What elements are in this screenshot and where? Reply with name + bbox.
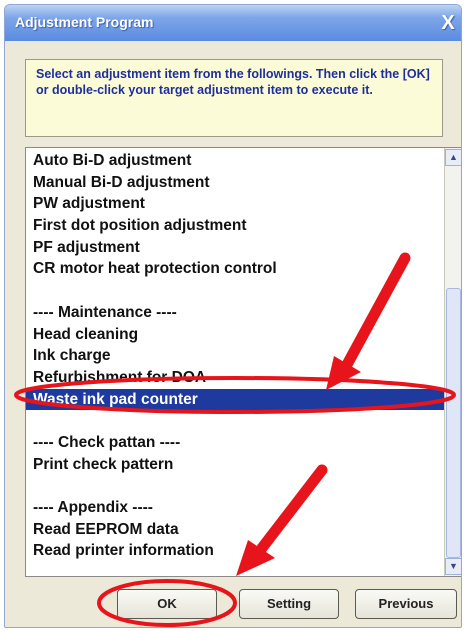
list-items-container: Auto Bi-D adjustment Manual Bi-D adjustme…	[26, 150, 444, 562]
scroll-down-icon[interactable]: ▼	[445, 558, 461, 575]
list-item[interactable]: Auto Bi-D adjustment	[26, 150, 444, 172]
list-item[interactable]: First dot position adjustment	[26, 215, 444, 237]
list-item[interactable]: Print check pattern	[26, 454, 444, 476]
title-bar: Adjustment Program X	[5, 5, 461, 41]
window-title: Adjustment Program	[15, 14, 154, 30]
list-item[interactable]: ---- Maintenance ----	[26, 302, 444, 324]
list-item[interactable]: PF adjustment	[26, 237, 444, 259]
scrollbar-thumb[interactable]	[446, 288, 461, 558]
adjustment-program-window: Adjustment Program X Select an adjustmen…	[4, 4, 462, 628]
list-item[interactable]: Head cleaning	[26, 324, 444, 346]
list-item[interactable]: Refurbishment for DOA	[26, 367, 444, 389]
close-icon[interactable]: X	[437, 11, 459, 35]
list-item[interactable]: CR motor heat protection control	[26, 258, 444, 280]
list-item[interactable]: Waste ink pad counter	[26, 388, 444, 411]
ok-button[interactable]: OK	[117, 589, 217, 619]
button-bar: OK Setting Previous	[5, 589, 461, 625]
previous-button[interactable]: Previous	[355, 589, 457, 619]
list-item[interactable]: Ink charge	[26, 345, 444, 367]
instruction-text: Select an adjustment item from the follo…	[25, 59, 443, 137]
list-item[interactable]: Read printer information	[26, 540, 444, 562]
setting-button[interactable]: Setting	[239, 589, 339, 619]
scroll-up-icon[interactable]: ▲	[445, 149, 461, 166]
list-item[interactable]: ---- Check pattan ----	[26, 432, 444, 454]
list-item[interactable]: ---- Appendix ----	[26, 497, 444, 519]
adjustment-item-list[interactable]: Auto Bi-D adjustment Manual Bi-D adjustme…	[25, 147, 461, 577]
list-item[interactable]: Read EEPROM data	[26, 519, 444, 541]
list-scrollbar[interactable]: ▲ ▼	[444, 148, 461, 576]
list-item[interactable]: PW adjustment	[26, 193, 444, 215]
list-item[interactable]: Manual Bi-D adjustment	[26, 172, 444, 194]
